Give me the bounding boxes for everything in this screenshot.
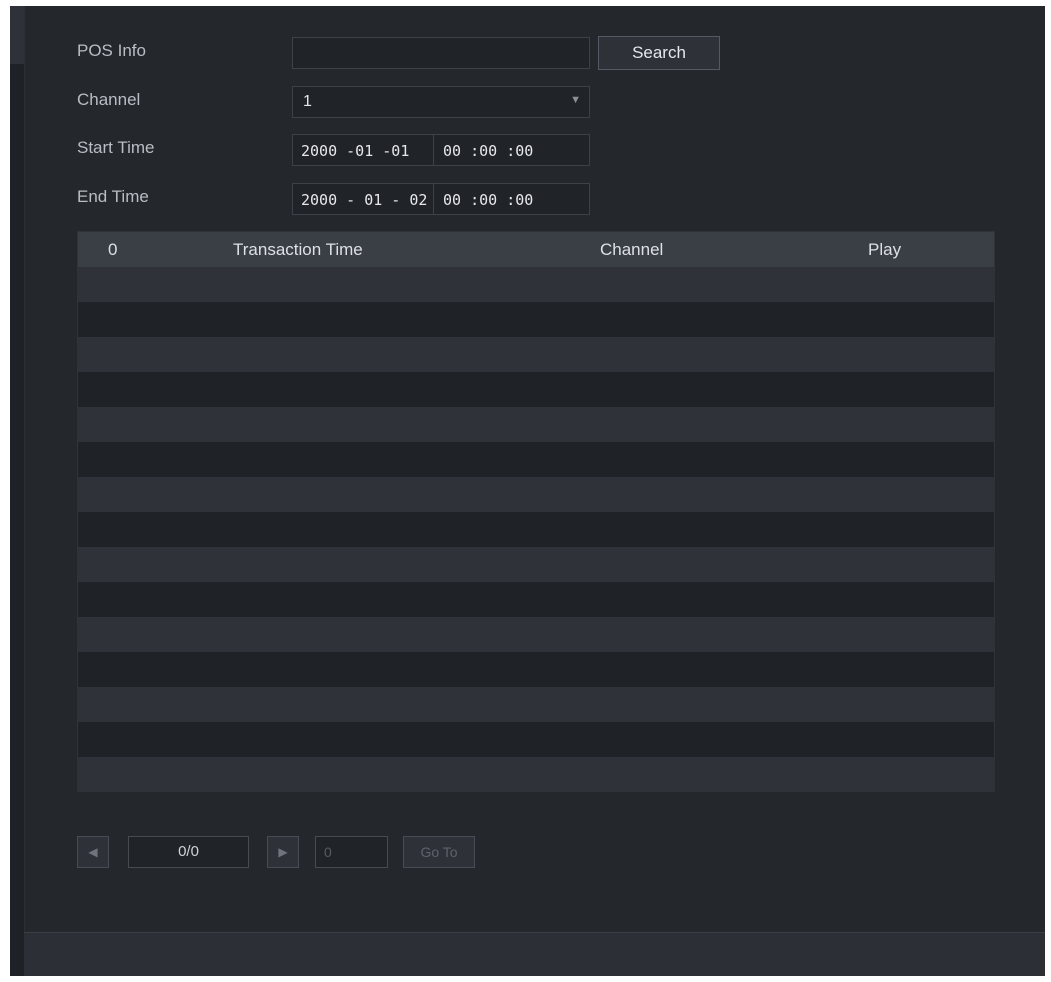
table-row <box>78 582 994 617</box>
pos-info-label: POS Info <box>77 41 146 60</box>
table-row <box>78 372 994 407</box>
pos-info-input[interactable] <box>292 37 590 69</box>
bottom-bar <box>24 932 1045 976</box>
end-clock-field[interactable]: 00 :00 :00 <box>443 191 533 209</box>
transactions-table: 0 Transaction Time Channel Play <box>77 231 995 792</box>
next-page-button[interactable]: ▶ <box>267 836 299 868</box>
table-header: 0 Transaction Time Channel Play <box>78 232 994 267</box>
chevron-down-icon: ▼ <box>570 94 581 106</box>
table-row <box>78 477 994 512</box>
jump-page-input[interactable]: 0 <box>315 836 388 868</box>
prev-page-button[interactable]: ◀ <box>77 836 109 868</box>
table-row <box>78 302 994 337</box>
channel-select[interactable]: 1 ▼ <box>292 86 590 118</box>
column-header-transaction-time[interactable]: Transaction Time <box>233 240 363 260</box>
column-header-play[interactable]: Play <box>868 240 901 260</box>
table-row <box>78 547 994 582</box>
chevron-left-icon: ◀ <box>88 845 98 859</box>
start-date-field[interactable]: 2000 -01 -01 <box>301 142 409 160</box>
table-row <box>78 652 994 687</box>
table-row <box>78 617 994 652</box>
divider <box>433 135 434 165</box>
end-time-picker[interactable]: 2000 - 01 - 02 00 :00 :00 <box>292 183 590 215</box>
channel-selected-value: 1 <box>303 93 312 110</box>
start-time-label: Start Time <box>77 138 155 157</box>
table-row <box>78 722 994 757</box>
table-row <box>78 267 994 302</box>
table-row <box>78 757 994 792</box>
divider <box>433 184 434 214</box>
chevron-right-icon: ▶ <box>278 845 288 859</box>
start-time-picker[interactable]: 2000 -01 -01 00 :00 :00 <box>292 134 590 166</box>
column-header-channel[interactable]: Channel <box>600 240 663 260</box>
left-strip <box>10 6 25 976</box>
end-date-field[interactable]: 2000 - 01 - 02 <box>301 191 427 209</box>
table-row <box>78 337 994 372</box>
pos-search-window: POS Info Search Channel 1 ▼ Start Time 2… <box>10 6 1045 976</box>
page-status: 0/0 <box>128 836 249 868</box>
table-row <box>78 442 994 477</box>
start-clock-field[interactable]: 00 :00 :00 <box>443 142 533 160</box>
end-time-label: End Time <box>77 187 149 206</box>
table-row <box>78 687 994 722</box>
search-button[interactable]: Search <box>598 36 720 70</box>
left-strip-marker <box>10 6 24 64</box>
table-row <box>78 407 994 442</box>
column-header-index[interactable]: 0 <box>108 240 117 260</box>
table-row <box>78 512 994 547</box>
go-to-button[interactable]: Go To <box>403 836 475 868</box>
channel-label: Channel <box>77 90 141 109</box>
